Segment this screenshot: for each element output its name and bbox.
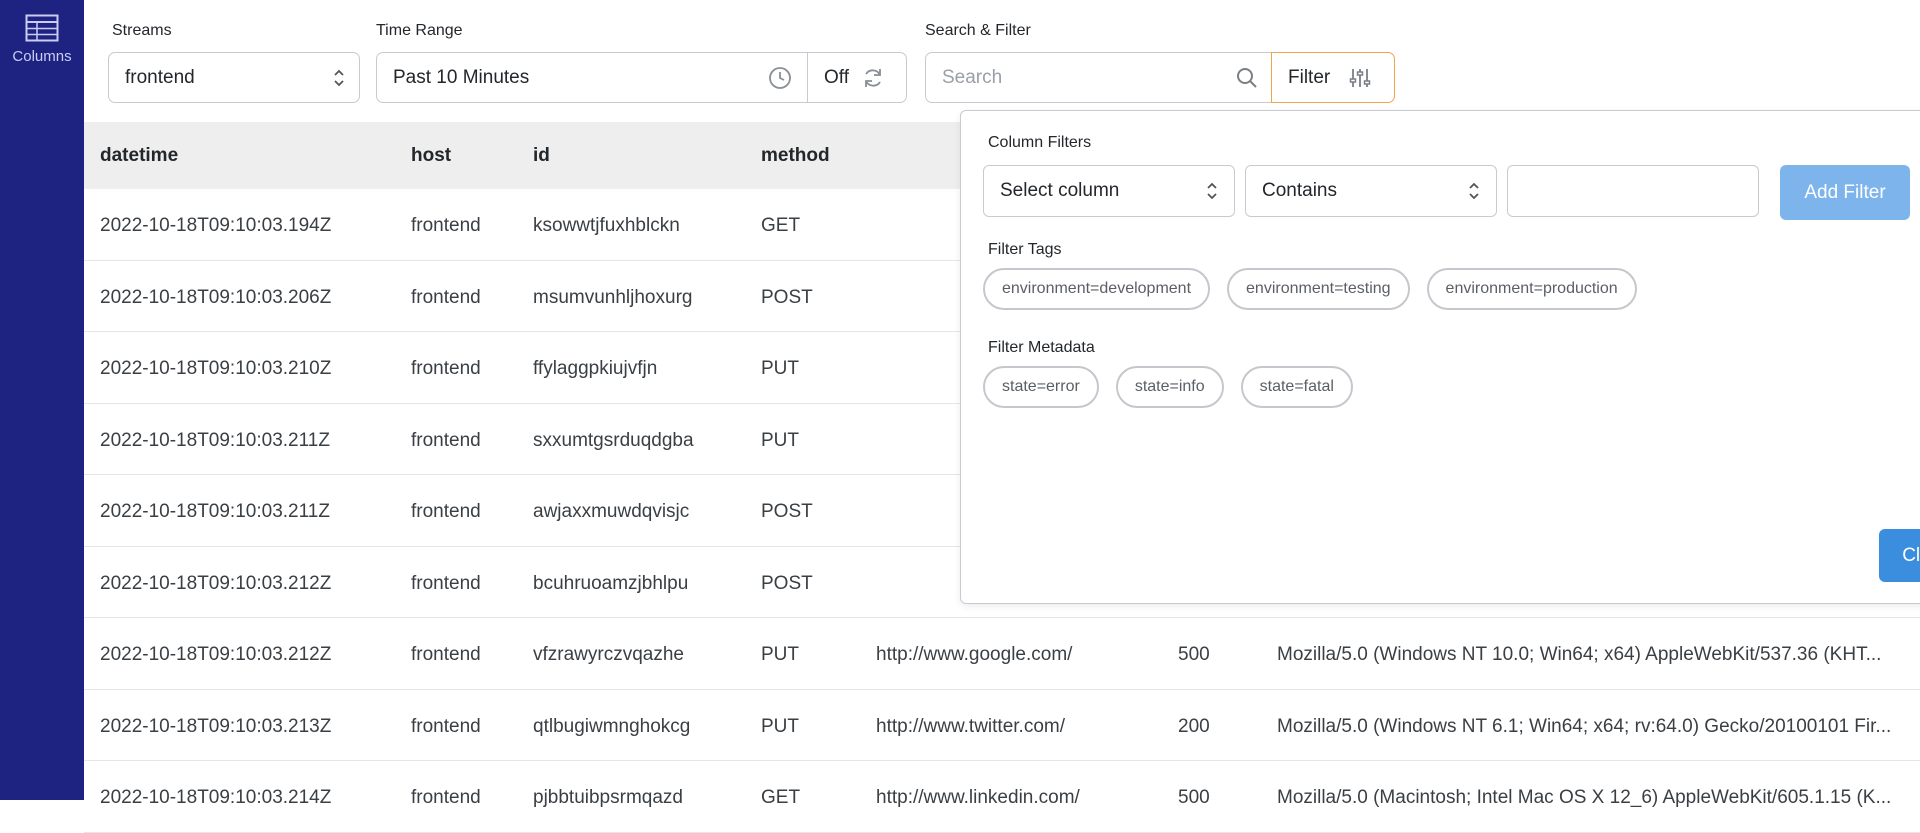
time-range-select[interactable]: Past 10 Minutes xyxy=(376,52,809,103)
tag-chip[interactable]: environment=development xyxy=(983,268,1211,310)
cell-method: PUT xyxy=(761,358,799,379)
cell-datetime: 2022-10-18T09:10:03.206Z xyxy=(100,286,332,308)
select-column-dropdown[interactable]: Select column xyxy=(983,165,1235,217)
cell-method: PUT xyxy=(761,644,799,665)
filter-tags: environment=development environment=test… xyxy=(983,268,1637,310)
cell-id: ffylaggpkiujvfjn xyxy=(533,358,658,379)
search-box xyxy=(925,52,1274,103)
cell-host: frontend xyxy=(411,429,481,451)
cell-id: vfzrawyrczvqazhe xyxy=(533,644,684,665)
cell-id: msumvunhljhoxurg xyxy=(533,286,693,308)
cell-code: 500 xyxy=(1178,787,1210,808)
columns-button[interactable]: Columns xyxy=(0,14,84,84)
cell-code: 500 xyxy=(1178,644,1210,665)
filter-label: Filter xyxy=(1288,66,1331,88)
cell-datetime: 2022-10-18T09:10:03.212Z xyxy=(100,572,332,594)
stream-value: frontend xyxy=(125,66,195,88)
sliders-icon xyxy=(1349,68,1371,87)
cell-url: http://www.linkedin.com/ xyxy=(876,787,1080,808)
metadata-chip[interactable]: state=fatal xyxy=(1240,366,1353,408)
time-range-label: Time Range xyxy=(376,22,463,39)
cell-host: frontend xyxy=(411,787,481,808)
cell-datetime: 2022-10-18T09:10:03.212Z xyxy=(100,644,332,665)
cell-method: POST xyxy=(761,501,813,522)
filter-value-input[interactable] xyxy=(1507,165,1759,217)
refresh-icon xyxy=(865,68,881,87)
search-icon[interactable] xyxy=(1235,66,1259,90)
cell-datetime: 2022-10-18T09:10:03.211Z xyxy=(100,501,330,522)
table-row[interactable]: 2022-10-18T09:10:03.213Z frontend qtlbugiw… xyxy=(84,690,1920,761)
updown-icon xyxy=(1469,182,1479,200)
cell-method: POST xyxy=(761,286,813,308)
refresh-value: Off xyxy=(824,66,849,88)
column-filters-label: Column Filters xyxy=(988,134,1092,151)
sidebar: Columns xyxy=(0,0,84,800)
filter-metadata-label: Filter Metadata xyxy=(988,339,1095,356)
cell-host: frontend xyxy=(411,501,481,522)
cell-method: GET xyxy=(761,215,801,236)
cell-id: ksowwtjfuxhblckn xyxy=(533,215,680,236)
cell-method: PUT xyxy=(761,715,799,737)
cell-host: frontend xyxy=(411,215,481,236)
filter-tags-label: Filter Tags xyxy=(988,241,1062,258)
header-id[interactable]: id xyxy=(533,145,550,167)
operator-dropdown[interactable]: Contains xyxy=(1245,165,1497,217)
close-button[interactable]: Close xyxy=(1879,529,1920,582)
main-area: Streams frontend Time Range Past 10 Minu… xyxy=(84,0,1920,833)
table-icon xyxy=(25,14,59,42)
header-host[interactable]: host xyxy=(411,145,451,167)
streams-label: Streams xyxy=(112,22,172,39)
cell-ua: Mozilla/5.0 (Windows NT 10.0; Win64; x64… xyxy=(1277,644,1882,665)
cell-url: http://www.twitter.com/ xyxy=(876,715,1065,737)
cell-datetime: 2022-10-18T09:10:03.214Z xyxy=(100,787,332,808)
stream-select[interactable]: frontend xyxy=(108,52,360,103)
cell-id: awjaxxmuwdqvisjc xyxy=(533,501,690,522)
clock-icon xyxy=(769,66,791,89)
table-row[interactable]: 2022-10-18T09:10:03.214Z frontend pjbbtuib… xyxy=(84,761,1920,833)
updown-icon xyxy=(1207,182,1217,200)
cell-host: frontend xyxy=(411,715,481,737)
cell-datetime: 2022-10-18T09:10:03.213Z xyxy=(100,715,332,737)
cell-method: PUT xyxy=(761,429,799,451)
cell-host: frontend xyxy=(411,358,481,379)
cell-host: frontend xyxy=(411,572,481,594)
cell-code: 200 xyxy=(1178,715,1210,737)
header-method[interactable]: method xyxy=(761,145,830,167)
search-input[interactable] xyxy=(942,66,1202,89)
cell-id: pjbbtuibpsrmqazd xyxy=(533,787,683,808)
operator-value: Contains xyxy=(1262,180,1337,201)
refresh-toggle[interactable]: Off xyxy=(807,52,907,103)
time-range-value: Past 10 Minutes xyxy=(393,66,530,88)
cell-datetime: 2022-10-18T09:10:03.194Z xyxy=(100,215,332,236)
cell-datetime: 2022-10-18T09:10:03.211Z xyxy=(100,429,330,451)
filter-button[interactable]: Filter xyxy=(1271,52,1395,103)
table-row[interactable]: 2022-10-18T09:10:03.212Z frontend vfzrawyr… xyxy=(84,618,1920,690)
tag-chip[interactable]: environment=production xyxy=(1426,268,1637,310)
cell-id: qtlbugiwmnghokcg xyxy=(533,715,691,737)
select-column-value: Select column xyxy=(1000,180,1120,201)
header-datetime[interactable]: datetime xyxy=(100,145,178,167)
cell-method: GET xyxy=(761,787,801,808)
metadata-chip[interactable]: state=error xyxy=(983,366,1099,408)
cell-method: POST xyxy=(761,572,813,594)
cell-ua: Mozilla/5.0 (Macintosh; Intel Mac OS X 1… xyxy=(1277,787,1892,808)
cell-url: http://www.google.com/ xyxy=(876,644,1073,665)
metadata-chip[interactable]: state=info xyxy=(1115,366,1224,408)
updown-icon xyxy=(333,67,345,89)
filter-panel: Column Filters Select column Contains Ad… xyxy=(960,110,1920,604)
search-filter-label: Search & Filter xyxy=(925,22,1031,39)
filter-metadata: state=error state=info state=fatal xyxy=(983,366,1353,408)
cell-host: frontend xyxy=(411,286,481,308)
tag-chip[interactable]: environment=testing xyxy=(1227,268,1410,310)
cell-id: sxxumtgsrduqdgba xyxy=(533,429,694,451)
cell-ua: Mozilla/5.0 (Windows NT 6.1; Win64; x64;… xyxy=(1277,715,1892,737)
columns-label: Columns xyxy=(12,48,72,65)
cell-datetime: 2022-10-18T09:10:03.210Z xyxy=(100,358,332,379)
add-filter-button[interactable]: Add Filter xyxy=(1780,165,1910,220)
cell-id: bcuhruoamzjbhlpu xyxy=(533,572,689,594)
cell-host: frontend xyxy=(411,644,481,665)
